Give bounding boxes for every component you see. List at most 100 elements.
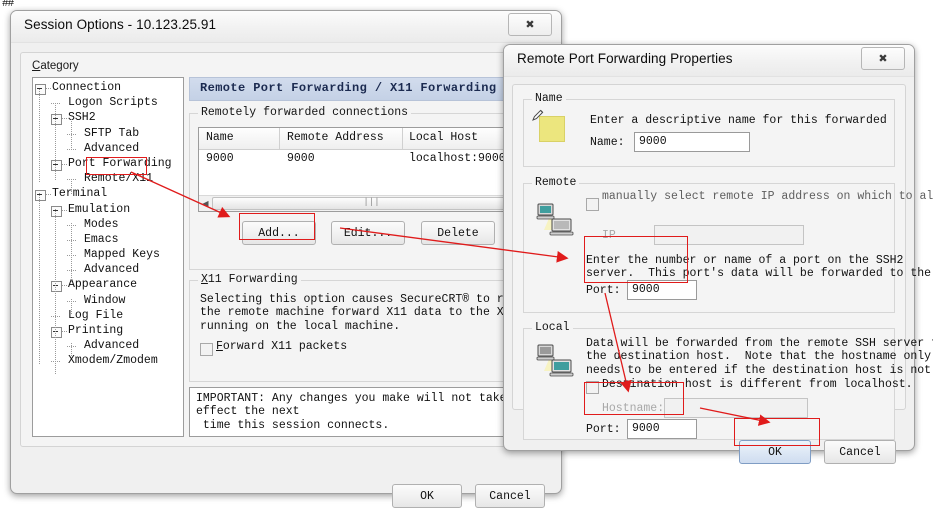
sidebar-item-emacs[interactable]: Emacs [35,233,183,248]
expander-icon[interactable] [51,114,62,126]
hostname-input[interactable] [664,398,808,418]
remote-port-value: 9000 [632,283,660,296]
sidebar-item-printing[interactable]: Printing [35,324,183,339]
ip-input[interactable] [654,225,804,245]
tree-guide [71,343,72,358]
tree-guide [55,103,56,180]
pane-header-label: Remote Port Forwarding / X11 Forwarding [200,81,497,95]
table-horizontal-scrollbar[interactable]: ◀ [199,195,533,211]
sidebar-item-mapped-keys[interactable]: Mapped Keys [35,248,183,263]
sidebar-item-logon-scripts[interactable]: Logon Scripts [35,96,183,111]
name-field-label: Name: [590,136,625,149]
sidebar-item-label: Advanced [84,141,140,155]
expander-icon[interactable] [51,205,62,217]
sidebar-item-connection[interactable]: Connection [35,81,183,96]
edit-button-label: Edit... [343,226,393,240]
remote-port-description: Enter the number or name of a port on th… [586,254,932,281]
properties-cancel-label: Cancel [839,445,881,459]
sidebar-item-advanced[interactable]: Advanced [35,339,183,354]
sidebar-item-appearance[interactable]: Appearance [35,278,183,293]
scroll-left-arrow-icon[interactable]: ◀ [200,197,211,210]
forward-x11-checkbox[interactable] [200,343,213,356]
sidebar-item-label: Emulation [68,202,131,216]
sidebar-item-xmodem-zmodem[interactable]: Xmodem/Zmodem [35,354,183,369]
sidebar-item-emulation[interactable]: Emulation [35,203,183,218]
add-button[interactable]: Add... [242,221,316,245]
sidebar-item-advanced[interactable]: Advanced [35,142,183,157]
session-options-titlebar: Session Options - 10.123.25.91 ✖ [11,11,561,43]
table-header-row: Name Remote Address Local Host [199,128,533,150]
cell-name: 9000 [206,152,234,165]
connections-group: Remotely forwarded connections Name Remo… [189,106,543,270]
local-port-input[interactable]: 9000 [627,419,697,439]
tree-guide [71,119,72,149]
expander-icon[interactable] [35,84,46,95]
local-group-title: Local [532,321,573,334]
column-header-local-host[interactable]: Local Host [409,131,478,144]
sidebar-item-label: Terminal [52,187,108,201]
column-header-remote-address[interactable]: Remote Address [287,131,384,144]
forwarded-connections-table[interactable]: Name Remote Address Local Host 9000 9000… [198,127,534,212]
column-header-name[interactable]: Name [206,131,234,144]
local-port-label: Port: [586,423,621,436]
expander-icon[interactable] [51,327,62,338]
hostname-label: Hostname: [602,402,665,415]
sidebar-item-label: Modes [84,217,119,231]
pane-header: Remote Port Forwarding / X11 Forwarding [189,77,543,101]
important-note-text: IMPORTANT: Any changes you make will not… [196,392,507,432]
tree-connector [46,194,51,196]
sidebar-item-label: Advanced [84,339,140,353]
properties-ok-button[interactable]: OK [739,440,811,464]
expander-icon[interactable] [35,190,46,202]
close-icon[interactable]: ✖ [861,47,905,70]
destination-host-checkbox[interactable] [586,381,599,394]
remote-port-forwarding-properties-window: Remote Port Forwarding Properties ✖ Name… [503,44,933,464]
session-cancel-button[interactable]: Cancel [475,484,545,508]
sidebar-item-label: Mapped Keys [84,248,160,262]
x11-group-title: X11 Forwarding [198,273,301,286]
close-icon[interactable]: ✖ [508,13,552,36]
expander-icon[interactable] [51,281,62,293]
edit-button[interactable]: Edit... [331,221,405,245]
sidebar-item-sftp-tab[interactable]: SFTP Tab [35,127,183,142]
name-input[interactable]: 9000 [634,132,750,152]
session-cancel-label: Cancel [489,489,531,503]
sidebar-item-label: Port Forwarding [68,156,172,170]
sidebar-item-terminal[interactable]: Terminal [35,187,183,202]
tree-connector [62,209,67,211]
category-tree[interactable]: Connection Logon Scripts SSH2 SFTP Tab Advan… [32,77,184,437]
tree-guide [71,299,72,314]
tree-guide [39,193,40,364]
manual-remote-ip-checkbox[interactable] [586,198,599,211]
session-options-title: Session Options - 10.123.25.91 [24,17,217,32]
delete-button[interactable]: Delete [421,221,495,245]
x11-description: Selecting this option causes SecureCRT® … [200,293,552,333]
name-description: Enter a descriptive name for this forwar… [590,114,887,127]
expander-icon[interactable] [51,159,62,171]
properties-title: Remote Port Forwarding Properties [517,51,733,66]
properties-cancel-button[interactable]: Cancel [824,440,896,464]
remote-port-input[interactable]: 9000 [627,280,697,300]
sidebar-item-label: Connection [52,81,122,94]
sidebar-item-modes[interactable]: Modes [35,218,183,233]
scrollbar-thumb[interactable] [212,197,531,210]
tree-guide [39,89,40,183]
sidebar-item-port-forwarding[interactable]: Port Forwarding [35,157,183,172]
sidebar-item-window[interactable]: Window [35,294,183,309]
tree-connector [62,331,67,332]
table-row[interactable]: 9000 9000 localhost:9000 [199,150,533,170]
sidebar-item-advanced[interactable]: Advanced [35,263,183,278]
two-computers-icon [536,203,574,236]
local-description: Data will be forwarded from the remote S… [586,337,933,377]
pencil-icon [532,109,544,121]
sidebar-item-remote-x11[interactable]: Remote/X11 [35,172,183,187]
forward-x11-label: Forward X11 packets [216,340,348,353]
session-ok-button[interactable]: OK [392,484,462,508]
remote-port-label: Port: [586,284,621,297]
sidebar-item-log-file[interactable]: Log File [35,309,183,324]
destination-host-label: Destination host is different from local… [602,378,913,391]
tree-connector [46,88,51,89]
sidebar-item-ssh2[interactable]: SSH2 [35,111,183,126]
manual-remote-ip-label: manually select remote IP address on whi… [602,190,933,203]
sidebar-item-label: Window [84,293,126,307]
